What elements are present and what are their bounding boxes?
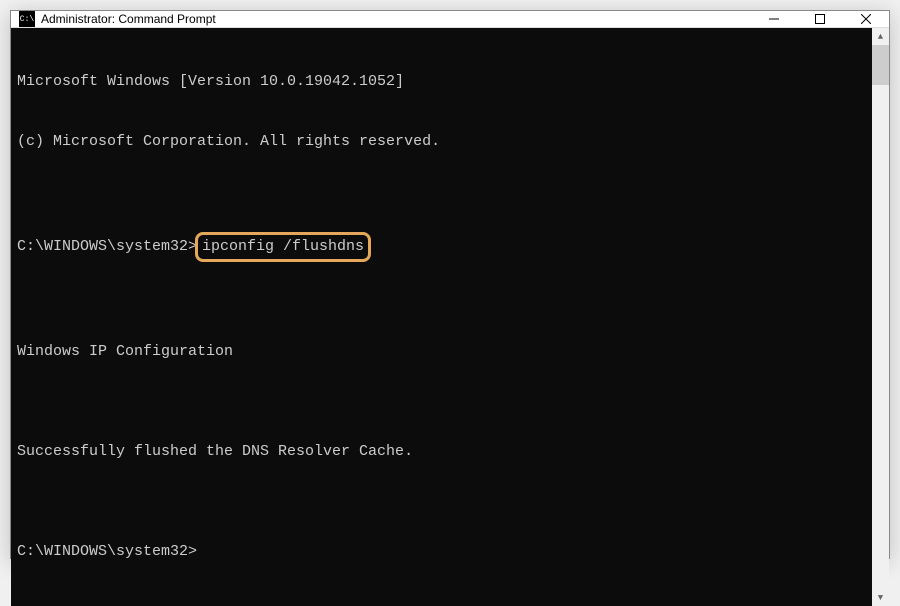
scroll-up-arrow-icon[interactable]: ▲ [872, 28, 889, 45]
app-icon: C:\ [19, 11, 35, 27]
minimize-button[interactable] [751, 11, 797, 27]
maximize-icon [815, 14, 825, 24]
window-title: Administrator: Command Prompt [41, 12, 751, 26]
highlighted-command: ipconfig /flushdns [195, 232, 371, 262]
scroll-thumb[interactable] [872, 45, 889, 85]
output-line: (c) Microsoft Corporation. All rights re… [17, 132, 866, 152]
command-text: ipconfig /flushdns [202, 238, 364, 255]
output-line: Microsoft Windows [Version 10.0.19042.10… [17, 72, 866, 92]
window-controls [751, 11, 889, 27]
command-line: C:\WINDOWS\system32> ipconfig /flushdns [17, 232, 866, 262]
terminal-area: Microsoft Windows [Version 10.0.19042.10… [11, 28, 889, 606]
vertical-scrollbar[interactable]: ▲ ▼ [872, 28, 889, 606]
app-icon-label: C:\ [20, 15, 34, 24]
scroll-down-arrow-icon[interactable]: ▼ [872, 589, 889, 606]
output-line: Successfully flushed the DNS Resolver Ca… [17, 442, 866, 462]
prompt-prefix: C:\WINDOWS\system32> [17, 237, 197, 257]
prompt-line: C:\WINDOWS\system32> [17, 542, 866, 562]
close-icon [861, 14, 871, 24]
output-line: Windows IP Configuration [17, 342, 866, 362]
close-button[interactable] [843, 11, 889, 27]
terminal-output[interactable]: Microsoft Windows [Version 10.0.19042.10… [11, 28, 872, 606]
command-prompt-window: C:\ Administrator: Command Prompt Micros… [10, 10, 890, 559]
minimize-icon [769, 14, 779, 24]
titlebar[interactable]: C:\ Administrator: Command Prompt [11, 11, 889, 28]
maximize-button[interactable] [797, 11, 843, 27]
